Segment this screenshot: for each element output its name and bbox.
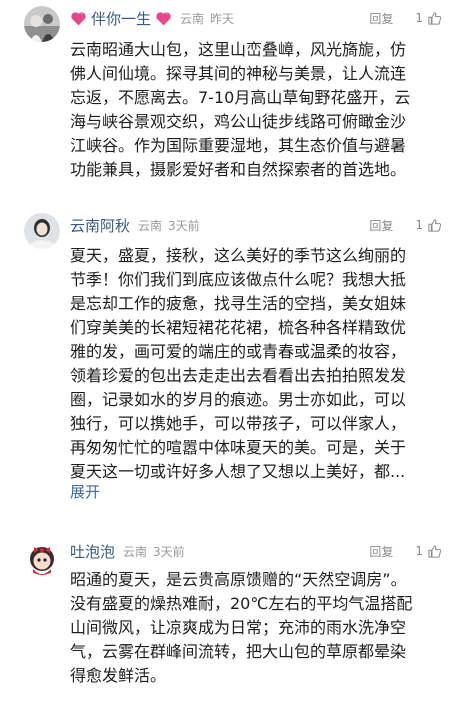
- comment-text-line: 江峡谷。作为国际重要湿地，其生态价值与避暑: [70, 136, 407, 155]
- comment-text-line: 忘返，不愿离去。7-10月高山草甸野花盛开，云: [70, 88, 411, 107]
- heart-icon: [156, 11, 171, 25]
- reply-button[interactable]: 回复: [369, 217, 393, 234]
- comment-actions: 回复 1: [369, 215, 442, 235]
- comment-text-line: 独行，可以携她手，可以带孩子，可以伴家人，: [70, 414, 407, 433]
- comment-text: 夏天，盛夏，接秋，这么美好的季节这么绚丽的 节季！你们我们到底应该做点什么呢？我…: [70, 244, 434, 484]
- avatar[interactable]: [24, 213, 60, 249]
- comment-actions: 回复 1: [369, 8, 442, 28]
- comment-text: 云南昭通大山包，这里山峦叠嶂，风光旖旎，仿 佛人间仙境。探寻其间的神秘与美景，让…: [70, 38, 434, 182]
- location-label: 云南: [123, 544, 148, 559]
- comment-text-line: 夏天，盛夏，接秋，这么美好的季节这么绚丽的: [70, 246, 407, 265]
- comment-text-line: 得愈发鲜活。: [70, 666, 167, 685]
- like-count: 1: [415, 11, 423, 25]
- comment-meta: 伴你一生 云南 昨天: [70, 8, 234, 28]
- comment-text-line: 节季！你们我们到底应该做点什么呢？我想大抵: [70, 270, 407, 289]
- location-label: 云南: [138, 218, 163, 233]
- username[interactable]: 伴你一生: [91, 8, 151, 29]
- comment-text-line: 佛人间仙境。探寻其间的神秘与美景，让人流连: [70, 64, 407, 83]
- comment-text-line: 们穿美美的长裙短裙花花裙，梳各种各样精致优: [70, 318, 407, 337]
- reply-button[interactable]: 回复: [369, 10, 393, 27]
- comment-text-line: 没有盛夏的燥热难耐，20℃左右的平均气温搭配: [70, 594, 413, 613]
- username[interactable]: 吐泡泡: [70, 541, 115, 562]
- like-count: 1: [415, 544, 423, 558]
- comment-text-line: 山间微风，让凉爽成为日常；充沛的雨水洗净空: [70, 618, 407, 637]
- reply-button[interactable]: 回复: [369, 543, 393, 560]
- location-label: 云南: [180, 11, 205, 26]
- comment-meta: 云南阿秋 云南 3天前: [70, 215, 200, 235]
- comment-text-line: 海与峡谷景观交织，鸡公山徒步线路可俯瞰金沙: [70, 112, 407, 131]
- comment-text-line: 再匆匆忙忙的喧嚣中体味夏天的美。可是，关于: [70, 438, 407, 457]
- comment-text-line: 昭通的夏天，是云贵高原馈赠的“天然空调房”。: [70, 570, 407, 589]
- comment-text-line: 功能兼具，摄影爱好者和自然探索者的首选地。: [70, 160, 407, 179]
- comment-text-line: 夏天这一切或许好多人想了又想以上美好，都...: [70, 462, 406, 481]
- comment-actions: 回复 1: [369, 541, 442, 561]
- expand-link[interactable]: 展开: [70, 481, 100, 503]
- avatar[interactable]: [24, 6, 60, 42]
- comment-meta: 吐泡泡 云南 3天前: [70, 541, 185, 561]
- timestamp: 3天前: [168, 218, 200, 233]
- thumbs-up-icon[interactable]: [427, 11, 442, 26]
- comment-text-line: 是忘却工作的疲惫，找寻生活的空挡，美女姐妹: [70, 294, 407, 313]
- comment-text-line: 气，云雾在群峰间流转，把大山包的草原都晕染: [70, 642, 407, 661]
- comment-text-line: 领着珍爱的包出去走走出去看看出去拍拍照发发: [70, 366, 407, 385]
- comment-text-line: 雅的发，画可爱的端庄的或青春或温柔的妆容，: [70, 342, 407, 361]
- timestamp: 3天前: [153, 544, 185, 559]
- thumbs-up-icon[interactable]: [427, 218, 442, 233]
- like-count: 1: [415, 218, 423, 232]
- heart-icon: [71, 11, 86, 25]
- comment-text: 昭通的夏天，是云贵高原馈赠的“天然空调房”。 没有盛夏的燥热难耐，20℃左右的平…: [70, 568, 434, 688]
- thumbs-up-icon[interactable]: [427, 544, 442, 559]
- comment-text-line: 圈，记录如水的岁月的痕迹。男士亦如此，可以: [70, 390, 407, 409]
- timestamp: 昨天: [210, 11, 235, 26]
- avatar[interactable]: [24, 539, 60, 575]
- comment-text-line: 云南昭通大山包，这里山峦叠嶂，风光旖旎，仿: [70, 40, 407, 59]
- username[interactable]: 云南阿秋: [70, 215, 130, 236]
